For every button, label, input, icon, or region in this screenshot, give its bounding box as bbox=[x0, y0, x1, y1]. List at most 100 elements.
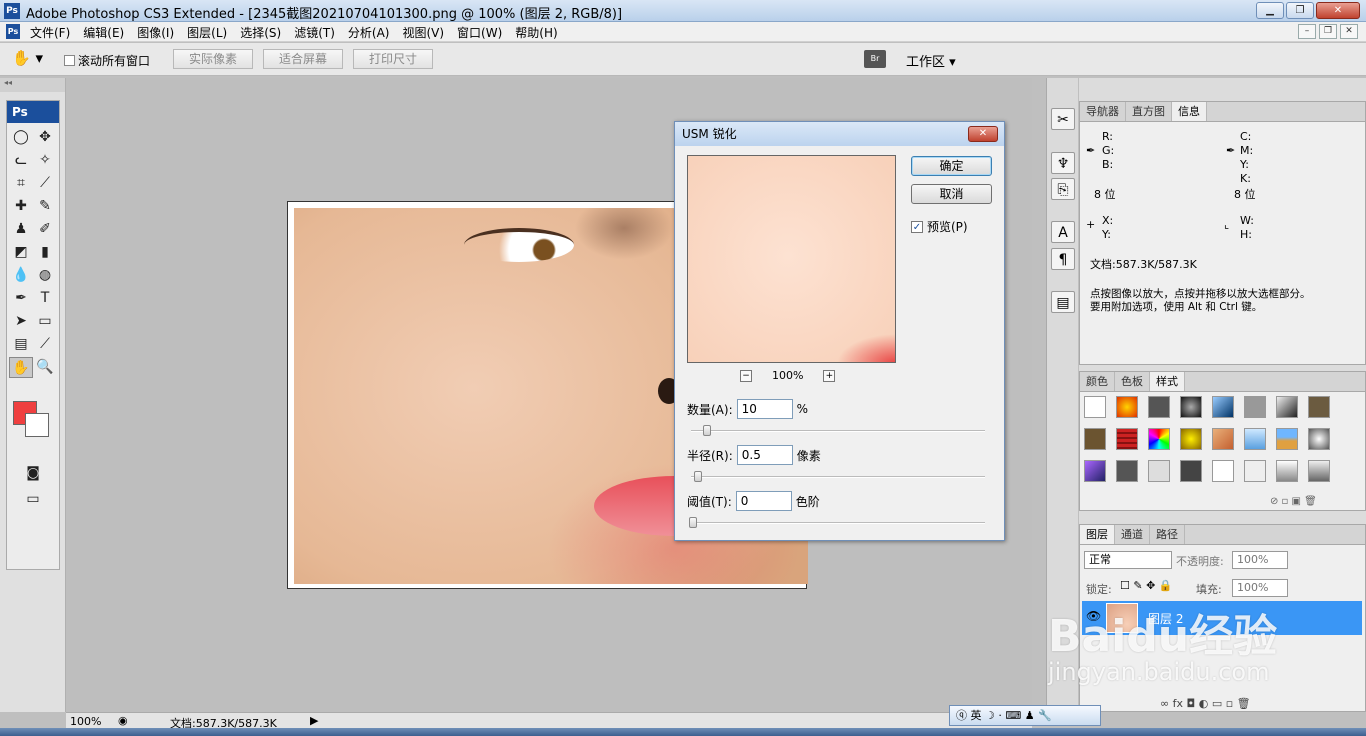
marquee-tool-icon[interactable]: ◯ bbox=[9, 127, 33, 148]
brushes-icon[interactable]: ♆ bbox=[1051, 152, 1075, 174]
clone-source-icon[interactable]: ⎘ bbox=[1051, 178, 1075, 200]
style-swatch[interactable] bbox=[1084, 460, 1106, 482]
zoom-in-button[interactable]: + bbox=[823, 369, 836, 382]
menu-analysis[interactable]: 分析(A) bbox=[348, 24, 390, 41]
tab-channels[interactable]: 通道 bbox=[1115, 525, 1150, 544]
ime-keyboard-icon[interactable]: ⌨ bbox=[1005, 709, 1021, 722]
ime-toolbar[interactable]: ⓠ 英 ☽ · ⌨ ♟ 🔧 bbox=[949, 705, 1101, 726]
close-button[interactable]: ✕ bbox=[1316, 2, 1360, 19]
style-swatch[interactable] bbox=[1084, 428, 1106, 450]
magic-wand-tool-icon[interactable]: ✧ bbox=[33, 150, 57, 171]
shape-tool-icon[interactable]: ▭ bbox=[33, 311, 57, 332]
style-swatch[interactable] bbox=[1116, 460, 1138, 482]
actual-pixels-button[interactable]: 实际像素 bbox=[173, 49, 253, 69]
maximize-button[interactable]: ❐ bbox=[1286, 2, 1314, 19]
menu-select[interactable]: 选择(S) bbox=[240, 24, 281, 41]
menu-filter[interactable]: 滤镜(T) bbox=[294, 24, 335, 41]
eraser-tool-icon[interactable]: ◩ bbox=[9, 242, 33, 263]
menu-edit[interactable]: 编辑(E) bbox=[83, 24, 124, 41]
style-swatch[interactable] bbox=[1276, 460, 1298, 482]
ok-button[interactable]: 确定 bbox=[911, 156, 992, 176]
dialog-preview-image[interactable] bbox=[687, 155, 896, 363]
style-swatch[interactable] bbox=[1148, 428, 1170, 450]
style-swatch[interactable] bbox=[1116, 428, 1138, 450]
minimize-button[interactable]: ▁ bbox=[1256, 2, 1284, 19]
path-selection-tool-icon[interactable]: ➤ bbox=[9, 311, 33, 332]
dialog-close-button[interactable]: ✕ bbox=[968, 126, 998, 142]
style-swatch[interactable] bbox=[1180, 460, 1202, 482]
menu-help[interactable]: 帮助(H) bbox=[515, 24, 557, 41]
fill-input[interactable]: 100% bbox=[1232, 579, 1288, 597]
layer-comps-icon[interactable]: ▤ bbox=[1051, 291, 1075, 313]
tab-swatches[interactable]: 色板 bbox=[1115, 372, 1150, 391]
status-info-icon[interactable]: ◉ bbox=[118, 714, 128, 727]
opacity-input[interactable]: 100% bbox=[1232, 551, 1288, 569]
tab-histogram[interactable]: 直方图 bbox=[1126, 102, 1172, 121]
threshold-slider-thumb[interactable] bbox=[689, 517, 697, 528]
ps-menu-icon[interactable]: Ps bbox=[6, 24, 20, 39]
paragraph-icon[interactable]: ¶ bbox=[1051, 248, 1075, 270]
fit-screen-button[interactable]: 适合屏幕 bbox=[263, 49, 343, 69]
amount-input[interactable] bbox=[736, 399, 793, 419]
menu-file[interactable]: 文件(F) bbox=[30, 24, 70, 41]
preview-checkbox[interactable]: ✓ 预览(P) bbox=[911, 218, 968, 235]
bridge-icon[interactable]: Br bbox=[864, 50, 886, 68]
dodge-tool-icon[interactable]: ◍ bbox=[33, 265, 57, 286]
tools-preset-icon[interactable]: ✂ bbox=[1051, 108, 1075, 130]
style-swatch[interactable] bbox=[1244, 460, 1266, 482]
healing-brush-tool-icon[interactable]: ✚ bbox=[9, 196, 33, 217]
eyedropper-tool-icon[interactable]: ⟋ bbox=[33, 334, 57, 355]
slice-tool-icon[interactable]: ⟋ bbox=[33, 173, 57, 194]
menu-image[interactable]: 图像(I) bbox=[137, 24, 174, 41]
doc-restore-button[interactable]: ❐ bbox=[1319, 24, 1337, 39]
gradient-tool-icon[interactable]: ▮ bbox=[33, 242, 57, 263]
checkbox-box[interactable] bbox=[64, 55, 75, 66]
preview-check-icon[interactable]: ✓ bbox=[911, 220, 923, 233]
workspace-menu[interactable]: 工作区 ▾ bbox=[906, 51, 956, 70]
tab-color[interactable]: 颜色 bbox=[1080, 372, 1115, 391]
amount-slider[interactable] bbox=[691, 425, 985, 436]
screen-mode-icon[interactable]: ▭ bbox=[21, 489, 45, 510]
style-swatch[interactable] bbox=[1212, 460, 1234, 482]
menu-layer[interactable]: 图层(L) bbox=[187, 24, 227, 41]
character-icon[interactable]: A bbox=[1051, 221, 1075, 243]
radius-slider-thumb[interactable] bbox=[694, 471, 702, 482]
tab-paths[interactable]: 路径 bbox=[1150, 525, 1185, 544]
ime-logo-icon[interactable]: ⓠ bbox=[956, 709, 967, 722]
hand-tool-icon[interactable]: ✋ bbox=[9, 357, 33, 378]
style-swatch[interactable] bbox=[1308, 428, 1330, 450]
style-swatch[interactable] bbox=[1308, 460, 1330, 482]
doc-minimize-button[interactable]: – bbox=[1298, 24, 1316, 39]
ime-moon-icon[interactable]: ☽ bbox=[985, 709, 995, 722]
print-size-button[interactable]: 打印尺寸 bbox=[353, 49, 433, 69]
brush-tool-icon[interactable]: ✎ bbox=[33, 196, 57, 217]
style-swatch[interactable] bbox=[1244, 396, 1266, 418]
tab-info[interactable]: 信息 bbox=[1172, 102, 1207, 121]
lasso-tool-icon[interactable]: ᓚ bbox=[9, 150, 33, 171]
radius-slider[interactable] bbox=[691, 471, 985, 482]
style-swatch[interactable] bbox=[1116, 396, 1138, 418]
styles-footer-icons[interactable]: ⊘ ▫ ▣ 🗑 bbox=[1270, 496, 1317, 507]
clone-stamp-tool-icon[interactable]: ♟ bbox=[9, 219, 33, 240]
style-swatch[interactable] bbox=[1148, 396, 1170, 418]
ime-language[interactable]: 英 bbox=[971, 709, 982, 722]
menu-window[interactable]: 窗口(W) bbox=[457, 24, 502, 41]
style-swatch[interactable] bbox=[1276, 396, 1298, 418]
blend-mode-select[interactable]: 正常 bbox=[1084, 551, 1172, 569]
style-swatch[interactable] bbox=[1212, 396, 1234, 418]
threshold-slider[interactable] bbox=[689, 517, 985, 528]
style-swatch[interactable] bbox=[1212, 428, 1234, 450]
cancel-button[interactable]: 取消 bbox=[911, 184, 992, 204]
pen-tool-icon[interactable]: ✒ bbox=[9, 288, 33, 309]
style-swatch[interactable] bbox=[1276, 428, 1298, 450]
layers-footer-icons[interactable]: ∞ fx ◘ ◐ ▭ ▫ 🗑 bbox=[1160, 697, 1251, 710]
type-tool-icon[interactable]: T bbox=[33, 288, 57, 309]
threshold-input[interactable] bbox=[735, 491, 792, 511]
hand-tool-preset-icon[interactable]: ✋ ▾ bbox=[12, 49, 52, 69]
lock-icons[interactable]: ☐ ✎ ✥ 🔒 bbox=[1120, 579, 1172, 592]
radius-input[interactable] bbox=[736, 445, 793, 465]
quick-mask-icon[interactable]: ◙ bbox=[21, 463, 45, 484]
toolbox-grip-icon[interactable]: ◂◂ bbox=[0, 78, 65, 92]
style-swatch[interactable] bbox=[1180, 396, 1202, 418]
scroll-all-windows-checkbox[interactable]: 滚动所有窗口 bbox=[64, 52, 150, 69]
